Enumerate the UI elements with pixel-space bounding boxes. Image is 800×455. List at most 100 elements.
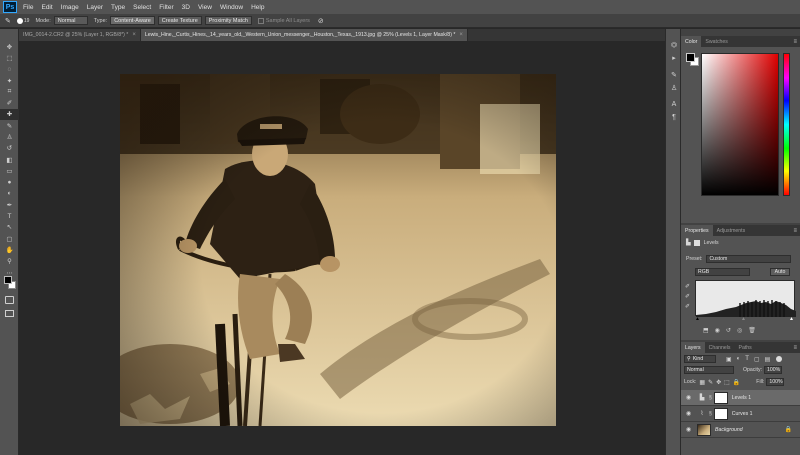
close-icon[interactable]: ×: [459, 32, 463, 38]
quick-select-tool-icon[interactable]: ✦: [0, 75, 19, 86]
foreground-color-swatch[interactable]: [4, 276, 12, 284]
layer-mask-icon[interactable]: [693, 239, 700, 246]
quick-mask-icon[interactable]: [5, 296, 14, 304]
sample-all-layers-checkbox[interactable]: [257, 17, 264, 24]
lock-paint-icon[interactable]: ✎: [708, 379, 713, 386]
menu-image[interactable]: Image: [57, 4, 83, 11]
brush-preset-picker[interactable]: 19: [16, 17, 29, 24]
delete-icon[interactable]: 🗑: [748, 327, 756, 334]
input-levels-sliders[interactable]: ▲ ▲ ▲: [695, 316, 795, 322]
filter-type-icon[interactable]: T: [745, 356, 749, 362]
tab-swatches[interactable]: Swatches: [701, 36, 732, 47]
layer-mask-thumbnail[interactable]: [713, 407, 728, 420]
paragraph-panel-icon[interactable]: ¶: [667, 111, 681, 124]
visibility-eye-icon[interactable]: ◉: [684, 410, 693, 417]
opacity-input[interactable]: 100%: [764, 366, 783, 374]
visibility-eye-icon[interactable]: ◉: [684, 394, 693, 401]
brush-tool-icon[interactable]: ✎: [0, 120, 19, 131]
menu-window[interactable]: Window: [216, 4, 247, 11]
clip-to-layer-icon[interactable]: ⬒: [703, 327, 709, 334]
spot-healing-brush-icon[interactable]: ✎: [5, 17, 11, 25]
white-point-eyedropper-icon[interactable]: ✐: [685, 302, 690, 312]
gradient-tool-icon[interactable]: ▭: [0, 165, 19, 176]
move-tool-icon[interactable]: ✥: [0, 41, 19, 52]
pen-tool-icon[interactable]: ✒: [0, 199, 19, 210]
panel-menu-icon[interactable]: ≡: [793, 225, 800, 236]
visibility-icon[interactable]: ◎: [737, 327, 742, 334]
blur-tool-icon[interactable]: ●: [0, 177, 19, 188]
foreground-color-chip[interactable]: [686, 53, 695, 62]
menu-layer[interactable]: Layer: [83, 4, 107, 11]
healing-brush-tool-icon[interactable]: ✚: [0, 108, 19, 121]
eraser-tool-icon[interactable]: ◧: [0, 154, 19, 165]
tab-properties[interactable]: Properties: [681, 225, 713, 236]
shape-tool-icon[interactable]: ▢: [0, 233, 19, 244]
gray-point-eyedropper-icon[interactable]: ✐: [685, 292, 690, 302]
hue-slider[interactable]: [783, 53, 790, 196]
lock-pixels-icon[interactable]: ▦: [699, 379, 705, 386]
menu-type[interactable]: Type: [107, 4, 129, 11]
menu-filter[interactable]: Filter: [155, 4, 177, 11]
path-select-tool-icon[interactable]: ↖: [0, 222, 19, 233]
history-brush-tool-icon[interactable]: ↺: [0, 143, 19, 154]
tab-layers[interactable]: Layers: [681, 342, 705, 353]
auto-button[interactable]: Auto: [770, 268, 790, 276]
screen-mode-icon[interactable]: [5, 310, 14, 317]
layer-row-curves[interactable]: ◉ ⌇ § Curves 1: [681, 406, 800, 422]
black-input-slider-icon[interactable]: ▲: [695, 316, 700, 322]
color-picker-field[interactable]: [701, 53, 779, 196]
menu-view[interactable]: View: [194, 4, 216, 11]
character-panel-icon[interactable]: A: [667, 98, 681, 111]
proximity-match-button[interactable]: Proximity Match: [204, 16, 252, 25]
black-point-eyedropper-icon[interactable]: ✐: [685, 282, 690, 292]
panel-menu-icon[interactable]: ≡: [793, 36, 800, 47]
content-aware-button[interactable]: Content-Aware: [110, 16, 155, 25]
lock-artboard-icon[interactable]: ⬚: [724, 379, 730, 386]
menu-help[interactable]: Help: [247, 4, 268, 11]
close-icon[interactable]: ×: [132, 32, 136, 38]
reset-icon[interactable]: ↺: [726, 327, 731, 334]
history-panel-icon[interactable]: ⏣: [667, 38, 681, 51]
zoom-tool-icon[interactable]: ⚲: [0, 256, 19, 267]
tab-paths[interactable]: Paths: [735, 342, 756, 353]
tab-color[interactable]: Color: [681, 36, 702, 47]
tab-img-0014[interactable]: IMG_0014-2.CR2 @ 25% (Layer 1, RGB/8*) *…: [19, 29, 141, 41]
menu-edit[interactable]: Edit: [37, 4, 56, 11]
channel-select[interactable]: RGB: [695, 268, 750, 276]
actions-panel-icon[interactable]: ▸: [667, 51, 681, 64]
visibility-eye-icon[interactable]: ◉: [684, 426, 693, 433]
dodge-tool-icon[interactable]: ◐: [0, 188, 19, 199]
type-tool-icon[interactable]: T: [0, 210, 19, 221]
crop-tool-icon[interactable]: ⌗: [0, 86, 19, 97]
kind-filter-select[interactable]: ⚲ Kind: [684, 355, 716, 363]
menu-3d[interactable]: 3D: [178, 4, 194, 11]
layer-mask-thumbnail[interactable]: [713, 391, 728, 404]
brush-settings-icon[interactable]: ✎: [667, 68, 681, 81]
tab-lewis-hine[interactable]: Lewis_Hine,_Curtis_Hines,_14_years_old,_…: [140, 29, 468, 41]
filter-smart-icon[interactable]: ▤: [765, 356, 771, 363]
mode-select[interactable]: Normal: [53, 16, 88, 25]
pressure-size-icon[interactable]: ⊘: [318, 17, 324, 25]
menu-file[interactable]: File: [19, 4, 37, 11]
filter-toggle-icon[interactable]: [776, 356, 783, 362]
clone-source-icon[interactable]: ♙: [667, 81, 681, 94]
blend-mode-select[interactable]: Normal: [684, 366, 734, 374]
filter-adjustment-icon[interactable]: ◐: [737, 356, 741, 362]
background-thumbnail[interactable]: [697, 423, 711, 436]
document-photo[interactable]: [120, 74, 556, 426]
tab-channels[interactable]: Channels: [705, 342, 735, 353]
lock-position-icon[interactable]: ✥: [716, 379, 721, 386]
lock-all-icon[interactable]: 🔒: [733, 379, 740, 386]
white-input-slider-icon[interactable]: ▲: [789, 316, 794, 322]
layer-row-levels[interactable]: ◉ ▙ § Levels 1: [681, 390, 800, 406]
marquee-tool-icon[interactable]: ⬚: [0, 52, 19, 63]
clone-stamp-tool-icon[interactable]: ♙: [0, 131, 19, 142]
midtone-input-slider-icon[interactable]: ▲: [741, 316, 746, 322]
layer-row-background[interactable]: ◉ Background 🔒: [681, 422, 800, 438]
tab-adjustments[interactable]: Adjustments: [713, 225, 750, 236]
filter-pixel-icon[interactable]: ▣: [726, 356, 732, 363]
create-texture-button[interactable]: Create Texture: [157, 16, 202, 25]
hand-tool-icon[interactable]: ✋: [0, 244, 19, 255]
eyedropper-tool-icon[interactable]: ✐: [0, 97, 19, 108]
filter-shape-icon[interactable]: ▢: [754, 356, 760, 363]
